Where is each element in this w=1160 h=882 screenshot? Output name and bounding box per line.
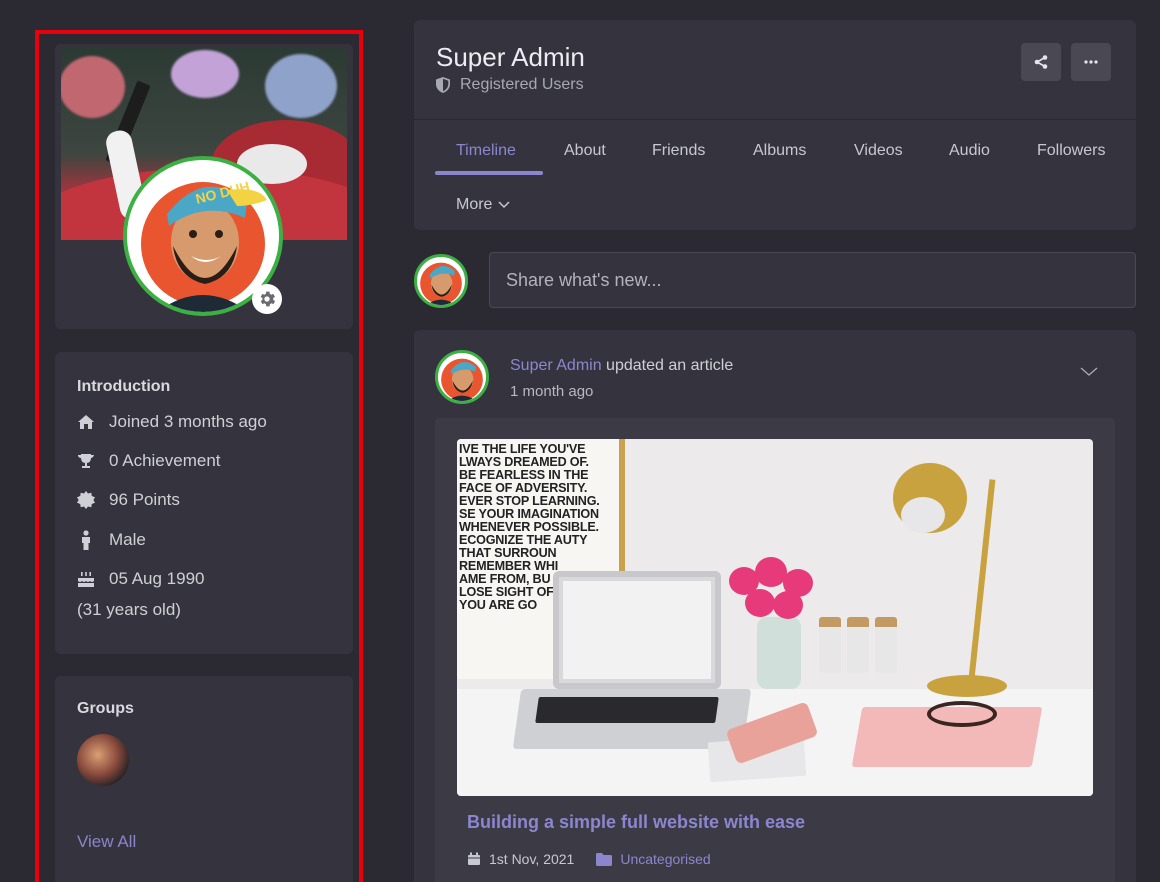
article-category-link[interactable]: Uncategorised — [620, 851, 710, 867]
profile-sidebar: NO DUH Introduction Joined 3 months ago … — [35, 30, 363, 882]
activity-post: Super Admin updated an article 1 month a… — [414, 330, 1136, 882]
share-icon — [1034, 55, 1048, 69]
post-header: Super Admin updated an article — [510, 357, 733, 375]
article-image[interactable]: IVE THE LIFE YOU'VE LWAYS DREAMED OF. BE… — [457, 439, 1093, 796]
lamp-arm — [968, 479, 996, 679]
introduction-title: Introduction — [77, 378, 171, 395]
lamp-base — [927, 675, 1007, 697]
home-icon — [77, 413, 95, 431]
laptop-keyboard — [535, 697, 719, 723]
avatar-settings-button[interactable] — [252, 284, 282, 314]
groups-title: Groups — [77, 700, 134, 717]
profile-name: Super Admin — [436, 42, 585, 72]
intro-points: 96 Points — [77, 490, 180, 510]
tab-more[interactable]: More — [456, 196, 510, 214]
share-button[interactable] — [1021, 43, 1061, 81]
intro-gender: Male — [77, 530, 146, 550]
post-action-text: updated an article — [601, 357, 734, 374]
tab-videos[interactable]: Videos — [854, 142, 903, 160]
group-avatar[interactable] — [77, 734, 129, 786]
post-options-toggle[interactable] — [1080, 364, 1100, 378]
birthday-cake-icon — [77, 570, 95, 588]
ellipsis-icon — [1084, 60, 1098, 64]
glass-jar — [819, 617, 841, 673]
gear-icon — [260, 291, 276, 307]
intro-birthday-text: 05 Aug 1990 — [109, 569, 205, 588]
tab-timeline[interactable]: Timeline — [456, 142, 516, 160]
tab-albums[interactable]: Albums — [753, 142, 806, 160]
rose — [745, 589, 775, 617]
male-icon — [77, 530, 95, 550]
eyeglasses — [927, 701, 997, 727]
flower-vase — [757, 617, 801, 689]
introduction-card: Introduction Joined 3 months ago 0 Achie… — [55, 352, 353, 654]
folder-icon — [596, 852, 613, 866]
glass-jar — [847, 617, 869, 673]
intro-achievement: 0 Achievement — [77, 451, 221, 471]
profile-cover-card: NO DUH — [55, 44, 353, 329]
tab-friends[interactable]: Friends — [652, 142, 705, 160]
profile-role-text: Registered Users — [460, 76, 584, 93]
glass-jar — [875, 617, 897, 673]
more-options-button[interactable] — [1071, 43, 1111, 81]
tab-audio[interactable]: Audio — [949, 142, 990, 160]
rose — [773, 591, 803, 619]
badge-icon — [77, 491, 95, 509]
article-date: 1st Nov, 2021 — [489, 851, 575, 867]
composer-avatar — [414, 254, 468, 308]
chevron-down-icon — [1080, 367, 1098, 376]
intro-age: (31 years old) — [77, 600, 181, 619]
share-whats-new-input[interactable] — [489, 252, 1136, 308]
active-tab-indicator — [435, 171, 543, 175]
intro-joined: Joined 3 months ago — [77, 412, 267, 432]
view-all-groups-link[interactable]: View All — [77, 832, 136, 852]
chevron-down-icon — [498, 201, 510, 209]
tab-about[interactable]: About — [564, 142, 606, 160]
profile-role: Registered Users — [436, 76, 584, 94]
intro-achievement-text: 0 Achievement — [109, 451, 221, 470]
tab-more-label: More — [456, 196, 493, 213]
intro-points-text: 96 Points — [109, 490, 180, 509]
intro-birthday: 05 Aug 1990 — [77, 569, 204, 589]
tab-followers[interactable]: Followers — [1037, 142, 1105, 160]
post-timestamp[interactable]: 1 month ago — [510, 383, 593, 400]
intro-gender-text: Male — [109, 530, 146, 549]
profile-header-top: Super Admin Registered Users — [414, 20, 1136, 120]
groups-card: Groups View All — [55, 676, 353, 882]
laptop — [553, 571, 721, 689]
article-card: IVE THE LIFE YOU'VE LWAYS DREAMED OF. BE… — [435, 418, 1115, 882]
profile-header: Super Admin Registered Users Timeline Ab… — [414, 20, 1136, 230]
article-title-link[interactable]: Building a simple full website with ease — [467, 812, 805, 833]
shield-icon — [436, 77, 450, 93]
lamp-shade — [901, 497, 945, 533]
calendar-icon — [468, 852, 480, 865]
post-author-link[interactable]: Super Admin — [510, 357, 602, 374]
post-author-avatar[interactable] — [435, 350, 489, 404]
article-meta: 1st Nov, 2021 Uncategorised — [467, 851, 711, 867]
trophy-icon — [77, 452, 95, 470]
intro-joined-text: Joined 3 months ago — [109, 412, 267, 431]
